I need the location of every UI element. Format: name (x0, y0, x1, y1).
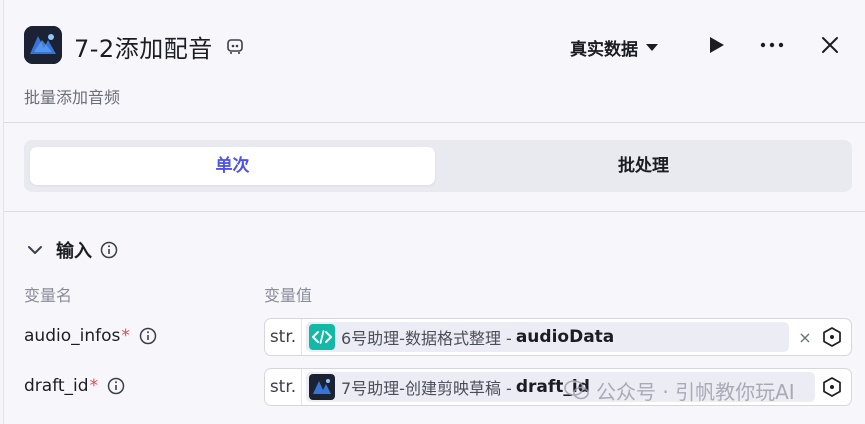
tab-batch[interactable]: 批处理 (441, 147, 846, 185)
tabs-divider (4, 211, 865, 212)
variable-name-draft-id: draft_id * (24, 368, 125, 404)
node-app-icon (309, 374, 335, 400)
code-icon (309, 324, 335, 350)
header-divider (4, 122, 865, 123)
play-icon[interactable] (704, 32, 728, 58)
more-icon[interactable] (758, 32, 786, 58)
clear-icon[interactable]: × (795, 328, 815, 347)
chevron-down-icon[interactable] (24, 239, 46, 261)
variable-value-field[interactable]: str. 7号助理-创建剪映草稿 - draft_id (264, 368, 852, 406)
info-icon[interactable] (139, 327, 157, 345)
input-section-title: 输入 (56, 241, 92, 262)
node-description[interactable]: 批量添加音频 (24, 84, 120, 108)
mode-tabs: 单次 批处理 (24, 140, 852, 192)
caret-down-icon (646, 43, 658, 51)
reference-chip[interactable]: 7号助理-创建剪映草稿 - draft_id (306, 372, 815, 402)
reference-chip[interactable]: 6号助理-数据格式整理 - audioData (306, 322, 789, 352)
tab-single[interactable]: 单次 (30, 147, 435, 185)
variable-value-field[interactable]: str. 6号助理-数据格式整理 - audioData × (264, 318, 852, 356)
reference-variable-label: draft_id (515, 377, 590, 397)
info-icon[interactable] (107, 377, 125, 395)
node-config-panel: 7-2添加配音 批量添加音频 真实数据 单次 批处理 输入 变量名 变量值 au… (3, 0, 865, 424)
panel-header: 7-2添加配音 批量添加音频 真实数据 (4, 0, 865, 122)
reference-node-label: 7号助理-创建剪映草稿 - (341, 379, 512, 398)
data-mode-select[interactable]: 真实数据 (570, 36, 658, 60)
variable-name-label: audio_infos (24, 326, 121, 346)
required-marker: * (89, 376, 99, 396)
column-header-value: 变量值 (264, 286, 313, 305)
variable-name-audio-infos: audio_infos * (24, 318, 157, 354)
data-mode-label: 真实数据 (570, 39, 638, 60)
node-title[interactable]: 7-2添加配音 (74, 29, 213, 64)
input-section-header[interactable]: 输入 (24, 236, 118, 264)
close-icon[interactable] (818, 32, 842, 58)
variable-name-label: draft_id (24, 376, 89, 396)
reference-node-label: 6号助理-数据格式整理 - (341, 329, 512, 348)
info-icon[interactable] (100, 241, 118, 259)
type-tag: str. (265, 369, 302, 405)
reference-variable-label: audioData (515, 327, 615, 347)
column-header-name: 变量名 (24, 286, 73, 305)
variable-picker-icon[interactable] (821, 326, 843, 348)
type-tag: str. (265, 319, 302, 355)
required-marker: * (121, 326, 130, 346)
variable-picker-icon[interactable] (821, 376, 843, 398)
node-app-icon (24, 26, 62, 64)
edit-icon[interactable] (225, 36, 245, 56)
